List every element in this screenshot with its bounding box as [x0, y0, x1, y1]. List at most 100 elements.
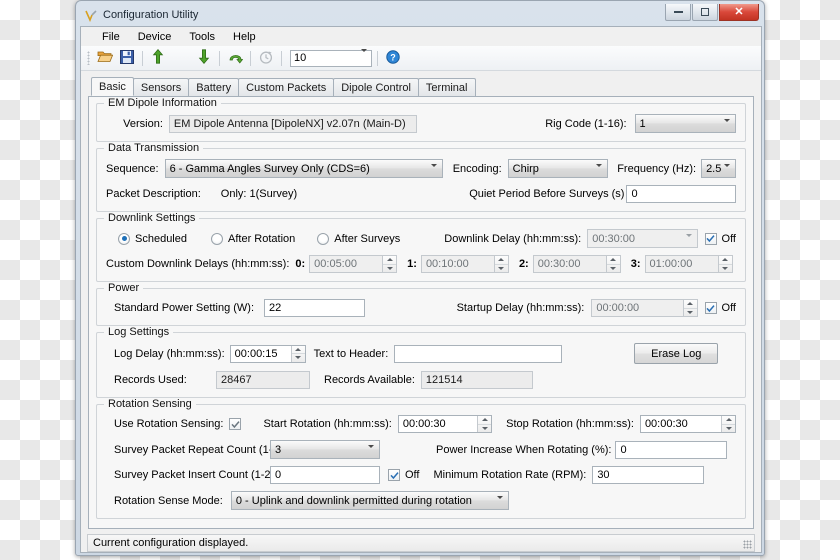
start-rotation-input[interactable]: 00:00:30 [397, 415, 493, 433]
spinner-buttons[interactable] [605, 256, 620, 273]
timer-button[interactable] [256, 48, 276, 68]
insert-count-input[interactable]: 0 [270, 466, 380, 484]
stop-rotation-label: Stop Rotation (hh:mm:ss): [506, 418, 634, 430]
radio-after-rotation-label: After Rotation [228, 232, 296, 245]
radio-dot-icon [118, 232, 130, 245]
spinner-down-icon[interactable] [722, 425, 735, 433]
save-file-button[interactable] [117, 48, 137, 68]
spinner-down-icon[interactable] [607, 265, 620, 273]
download-button[interactable] [194, 48, 214, 68]
spinner-down-icon[interactable] [719, 265, 732, 273]
radio-after-rotation[interactable]: After Rotation [211, 232, 296, 245]
repeat-count-select[interactable]: 3 [270, 440, 380, 459]
group-legend-em-dipole: EM Dipole Information [104, 97, 221, 109]
log-delay-input[interactable]: 00:00:15 [229, 344, 306, 363]
group-log-settings: Log Settings Log Delay (hh:mm:ss): 00:00… [96, 326, 746, 398]
help-button[interactable]: ? [383, 48, 403, 68]
chevron-down-icon [685, 234, 692, 247]
tab-basic[interactable]: Basic [91, 77, 134, 96]
group-power: Power Standard Power Setting (W): 22 Sta… [96, 282, 746, 326]
spinner-down-icon[interactable] [383, 265, 396, 273]
custom-delay-1-input[interactable]: 00:10:00 [420, 255, 509, 273]
use-rotation-checkbox[interactable] [229, 418, 242, 430]
spinner-buttons[interactable] [682, 300, 697, 317]
encoding-select[interactable]: Chirp [507, 159, 609, 178]
custom-delay-3-input[interactable]: 01:00:00 [644, 255, 733, 273]
close-icon: ✕ [734, 5, 744, 18]
custom-delay-0-input[interactable]: 00:05:00 [309, 255, 398, 273]
spinner-up-icon[interactable] [478, 416, 492, 425]
spinner-down-icon[interactable] [684, 309, 697, 317]
standard-power-input[interactable]: 22 [264, 299, 365, 317]
toolbar-separator-1 [142, 50, 143, 66]
upload-button[interactable] [148, 48, 168, 68]
spinner-up-icon[interactable] [722, 416, 735, 425]
chevron-down-icon [724, 164, 731, 177]
close-button[interactable]: ✕ [719, 4, 759, 21]
refresh-button[interactable] [225, 48, 245, 68]
rotation-sense-mode-select[interactable]: 0 - Uplink and downlink permitted during… [230, 491, 509, 510]
maximize-button[interactable] [692, 4, 718, 21]
downlink-off-checkbox[interactable]: Off [704, 232, 736, 245]
radio-scheduled[interactable]: Scheduled [118, 232, 187, 245]
spinner-up-icon[interactable] [494, 256, 508, 265]
power-increase-input[interactable]: 0 [615, 440, 728, 459]
tab-battery[interactable]: Battery [188, 78, 240, 96]
spinner-buttons[interactable] [290, 345, 305, 362]
stop-rotation-input[interactable]: 00:00:30 [639, 415, 736, 433]
resize-gripper-icon[interactable] [743, 540, 752, 549]
startup-delay-input[interactable]: 00:00:00 [591, 299, 698, 317]
sequence-label: Sequence: [106, 162, 159, 175]
spinner-up-icon[interactable] [606, 256, 620, 265]
toolbar: 10 ? [81, 46, 761, 71]
toolbar-grip[interactable] [87, 51, 90, 65]
radio-after-surveys[interactable]: After Surveys [317, 232, 400, 245]
minimize-button[interactable] [665, 4, 691, 21]
insert-off-checkbox[interactable]: Off [388, 469, 419, 481]
min-rotation-rate-label: Minimum Rotation Rate (RPM): [433, 469, 587, 481]
spinner-buttons[interactable] [493, 256, 508, 273]
downlink-delay-select[interactable]: 00:30:00 [587, 229, 698, 248]
radio-scheduled-label: Scheduled [135, 232, 187, 245]
upload-arrow-up-icon [152, 48, 164, 67]
open-file-button[interactable] [95, 48, 115, 68]
spinner-buttons[interactable] [721, 416, 735, 432]
group-em-dipole-information: EM Dipole Information Version: EM Dipole… [96, 97, 746, 142]
tab-dipole-control[interactable]: Dipole Control [333, 78, 419, 96]
menu-item-device[interactable]: Device [129, 29, 181, 45]
chevron-down-icon [361, 49, 367, 64]
menu-item-tools[interactable]: Tools [180, 29, 224, 45]
spinner-down-icon[interactable] [495, 265, 508, 273]
menu-item-help[interactable]: Help [224, 29, 265, 45]
spinner-up-icon[interactable] [291, 346, 305, 354]
spinner-buttons[interactable] [382, 256, 397, 273]
spinner-buttons[interactable] [717, 256, 732, 273]
spinner-buttons[interactable] [477, 416, 492, 433]
min-rotation-rate-input[interactable]: 30 [592, 466, 705, 484]
quiet-period-input[interactable]: 0 [626, 185, 736, 203]
frequency-select[interactable]: 2.5 [701, 159, 737, 178]
sequence-select[interactable]: 6 - Gamma Angles Survey Only (CDS=6) [164, 159, 443, 178]
group-data-transmission: Data Transmission Sequence: 6 - Gamma An… [96, 142, 746, 212]
checkbox-checked-icon [704, 232, 717, 245]
custom-delay-2-input[interactable]: 00:30:00 [532, 255, 621, 273]
startup-off-checkbox[interactable]: Off [704, 302, 736, 314]
spinner-up-icon[interactable] [383, 256, 397, 265]
text-to-header-label: Text to Header: [313, 347, 389, 360]
text-to-header-input[interactable] [394, 344, 563, 363]
spinner-down-icon[interactable] [292, 354, 305, 362]
tab-custom-packets[interactable]: Custom Packets [238, 78, 335, 96]
rig-code-select[interactable]: 1 [634, 114, 736, 133]
spinner-down-icon[interactable] [478, 425, 491, 433]
spinner-up-icon[interactable] [718, 256, 732, 265]
log-delay-label: Log Delay (hh:mm:ss): [114, 347, 225, 360]
toolbar-combo[interactable]: 10 [290, 49, 372, 67]
menu-item-file[interactable]: File [93, 29, 129, 45]
erase-log-button[interactable]: Erase Log [634, 343, 719, 364]
tab-terminal[interactable]: Terminal [417, 78, 476, 96]
radio-dot-icon [211, 232, 223, 245]
spinner-up-icon[interactable] [683, 300, 697, 309]
startup-off-label: Off [721, 302, 736, 314]
tab-sensors[interactable]: Sensors [132, 78, 190, 96]
toolbar-separator-4 [281, 50, 282, 66]
